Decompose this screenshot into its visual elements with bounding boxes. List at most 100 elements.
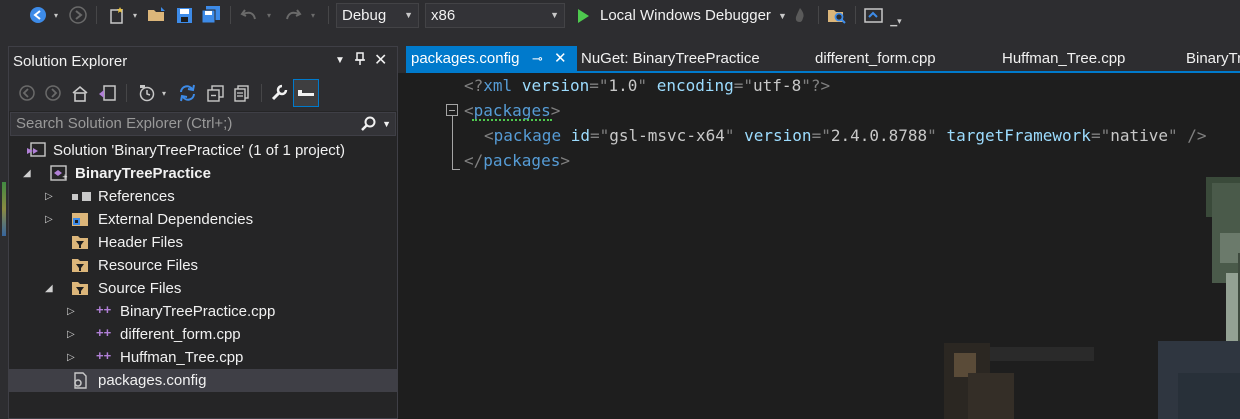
- window-position-dropdown-icon[interactable]: ▼: [335, 55, 345, 66]
- solution-explorer-search-input[interactable]: Search Solution Explorer (Ctrl+;) ▼: [10, 112, 396, 136]
- tree-item-label: packages.config: [98, 372, 207, 389]
- redo-dropdown-icon[interactable]: ▾: [308, 4, 318, 26]
- document-tab-bar: packages.config ⊸ ✕ NuGet: BinaryTreePra…: [398, 46, 1240, 73]
- tree-item-source-file[interactable]: ▷ ++ Huffman_Tree.cpp: [9, 346, 397, 369]
- switch-views-icon[interactable]: [97, 83, 117, 103]
- tree-item-label: Header Files: [98, 234, 184, 251]
- tab-label: Huffman_Tree.cpp: [1002, 50, 1126, 67]
- solution-configuration-dropdown[interactable]: Debug ▼: [336, 3, 419, 28]
- xml-attr-name: targetFramework: [946, 126, 1091, 145]
- tree-item-solution[interactable]: Solution 'BinaryTreePractice' (1 of 1 pr…: [9, 139, 397, 162]
- collapse-all-icon[interactable]: [205, 83, 225, 103]
- code-line-4: </packages>: [464, 148, 570, 173]
- filter-dropdown-icon[interactable]: ▾: [159, 83, 169, 103]
- xml-punct: >: [550, 101, 561, 120]
- find-in-files-icon[interactable]: [826, 4, 848, 26]
- back-icon[interactable]: [28, 4, 48, 26]
- forward-icon[interactable]: [68, 4, 88, 26]
- solution-explorer-title-bar: Solution Explorer ▼ ✕: [9, 47, 397, 75]
- hot-reload-icon[interactable]: [790, 4, 810, 26]
- tree-item-header-files[interactable]: Header Files: [9, 231, 397, 254]
- config-file-icon: [71, 372, 89, 389]
- show-all-files-icon[interactable]: [231, 83, 251, 103]
- tree-item-external-dependencies[interactable]: ▷ External Dependencies: [9, 208, 397, 231]
- xml-attr-value: gsl-msvc-x64: [609, 126, 725, 145]
- tab-label: BinaryTr: [1186, 50, 1240, 67]
- tree-item-source-file[interactable]: ▷ ++ different_form.cpp: [9, 323, 397, 346]
- cpp-file-icon: ++: [96, 348, 112, 363]
- start-debugging-button[interactable]: Local Windows Debugger ▼: [572, 3, 787, 28]
- preview-selected-items-icon[interactable]: [293, 79, 319, 107]
- tab-binarytr[interactable]: BinaryTr: [1186, 46, 1240, 71]
- xml-attr-value: 2.4.0.8788: [830, 126, 928, 145]
- tree-item-source-files[interactable]: ◢ Source Files: [9, 277, 397, 300]
- expanded-arrow-icon[interactable]: ◢: [45, 283, 53, 294]
- redo-icon[interactable]: [282, 4, 304, 26]
- xml-punct: =": [733, 76, 754, 95]
- chevron-down-icon: ▼: [404, 10, 413, 20]
- tree-item-source-file[interactable]: ▷ ++ BinaryTreePractice.cpp: [9, 300, 397, 323]
- tab-nuget-binarytreepractice[interactable]: NuGet: BinaryTreePractice: [581, 46, 760, 71]
- xml-punct: =": [589, 76, 609, 95]
- undo-dropdown-icon[interactable]: ▾: [264, 4, 274, 26]
- tree-item-references[interactable]: ▷ References: [9, 185, 397, 208]
- collapsed-arrow-icon[interactable]: ▷: [67, 352, 75, 363]
- play-icon: [578, 8, 589, 23]
- cpp-file-icon: ++: [96, 325, 112, 340]
- tree-item-resource-files[interactable]: Resource Files: [9, 254, 397, 277]
- run-button-label: Local Windows Debugger: [600, 7, 771, 24]
- collapsed-arrow-icon[interactable]: ▷: [67, 306, 75, 317]
- open-folder-icon[interactable]: [146, 4, 168, 26]
- toolbar-separator: [328, 6, 329, 24]
- new-item-icon[interactable]: [106, 4, 128, 26]
- save-icon[interactable]: [173, 4, 195, 26]
- toolbar-overflow-icon[interactable]: ▁▾: [890, 10, 902, 32]
- panel-title: Solution Explorer: [13, 52, 128, 70]
- toolbar-separator: [96, 6, 97, 24]
- tab-packages-config[interactable]: packages.config ⊸ ✕: [406, 46, 577, 71]
- references-icon: [72, 192, 92, 202]
- home-icon[interactable]: [70, 83, 90, 103]
- outline-guide: [452, 116, 453, 169]
- collapsed-arrow-icon[interactable]: ▷: [45, 191, 53, 202]
- solution-platform-dropdown[interactable]: x86 ▼: [425, 3, 565, 28]
- collapsed-arrow-icon[interactable]: ▷: [45, 214, 53, 225]
- browse-icon[interactable]: [862, 4, 886, 26]
- xml-attr-name: id: [570, 126, 590, 145]
- back-dropdown-icon[interactable]: ▾: [51, 4, 61, 26]
- properties-icon[interactable]: [269, 83, 289, 103]
- chevron-down-icon[interactable]: ▼: [778, 11, 787, 21]
- toolbar-separator: [818, 6, 819, 24]
- collapse-region-icon[interactable]: [446, 104, 458, 116]
- tree-item-label: BinaryTreePractice.cpp: [120, 303, 276, 320]
- pin-icon[interactable]: [354, 52, 366, 69]
- pending-changes-filter-icon[interactable]: [137, 83, 157, 103]
- tab-huffman-tree-cpp[interactable]: Huffman_Tree.cpp: [1002, 46, 1125, 71]
- tree-item-project[interactable]: ◢ + BinaryTreePractice: [9, 162, 397, 185]
- pin-icon[interactable]: ⊸: [532, 46, 543, 72]
- expanded-arrow-icon[interactable]: ◢: [23, 168, 31, 179]
- toolbar-separator: [230, 6, 231, 24]
- filter-folder-icon: [71, 257, 89, 273]
- xml-punct: =": [1090, 126, 1111, 145]
- tree-item-packages-config[interactable]: packages.config: [9, 369, 397, 392]
- configuration-value: Debug: [342, 7, 387, 24]
- search-icon[interactable]: [361, 113, 377, 139]
- close-icon[interactable]: ✕: [554, 46, 567, 72]
- code-editor[interactable]: <?xml version="1.0" encoding="utf-8"?> <…: [398, 73, 1240, 419]
- back-icon[interactable]: [17, 83, 37, 103]
- sync-icon[interactable]: [177, 83, 197, 103]
- tab-different-form-cpp[interactable]: different_form.cpp: [815, 46, 936, 71]
- main-toolbar: ▾ ▾ ▾ ▾ Debug ▼ x86 ▼ Local Windows Debu…: [0, 0, 1240, 31]
- new-item-dropdown-icon[interactable]: ▾: [130, 4, 140, 26]
- save-all-icon[interactable]: [200, 4, 222, 26]
- search-options-dropdown-icon[interactable]: ▼: [382, 113, 391, 135]
- tree-item-label: Huffman_Tree.cpp: [120, 349, 244, 366]
- collapsed-arrow-icon[interactable]: ▷: [67, 329, 75, 340]
- platform-value: x86: [431, 7, 456, 24]
- undo-icon[interactable]: [238, 4, 260, 26]
- close-icon[interactable]: ✕: [374, 50, 387, 70]
- forward-icon[interactable]: [43, 83, 63, 103]
- xml-punct: <?: [464, 76, 484, 95]
- xml-punct: <: [484, 126, 494, 145]
